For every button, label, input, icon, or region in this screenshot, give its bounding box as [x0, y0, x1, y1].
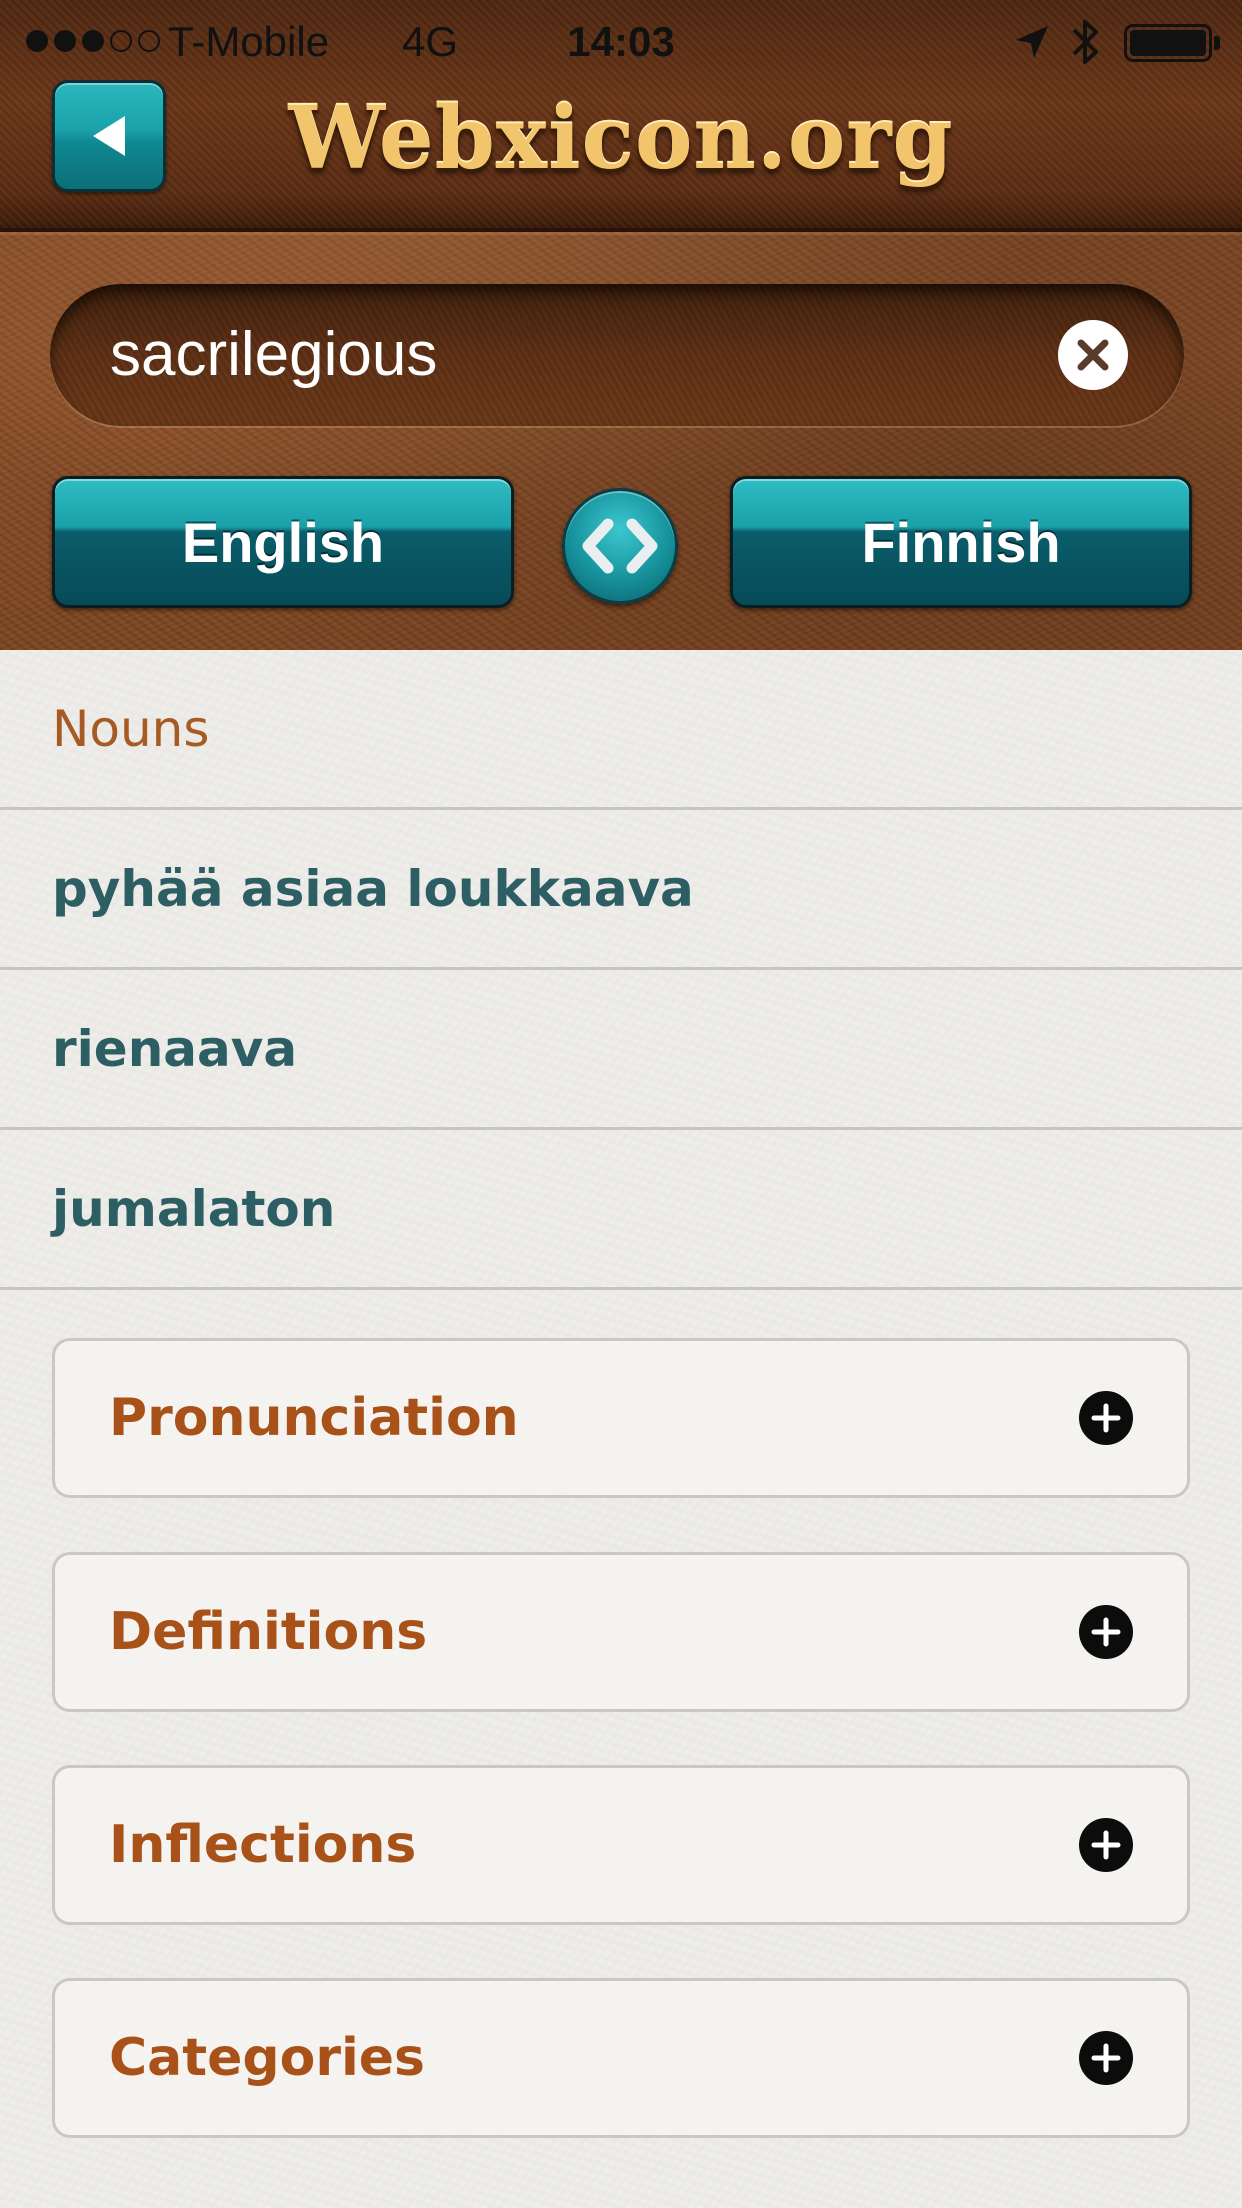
search-bar[interactable]	[50, 284, 1184, 426]
plus-glyph	[1091, 2043, 1121, 2073]
clear-search-button[interactable]	[1058, 320, 1128, 390]
swap-languages-button[interactable]	[562, 488, 678, 604]
leather-header: T-Mobile 4G 14:03 Webxicon.org sacrilegi…	[0, 0, 1242, 650]
plus-circle-icon[interactable]	[1079, 1818, 1133, 1872]
results-content: Nouns pyhää asiaa loukkaava rienaava jum…	[0, 650, 1242, 2208]
result-row[interactable]: rienaava	[0, 970, 1242, 1130]
plus-glyph	[1091, 1830, 1121, 1860]
section-heading: Nouns	[52, 699, 210, 758]
panel-label: Definitions	[109, 1602, 428, 1662]
app-logo: Webxicon.org	[288, 88, 954, 189]
result-text: pyhää asiaa loukkaava	[52, 859, 694, 918]
app-screen: T-Mobile 4G 14:03 Webxicon.org sacrilegi…	[0, 0, 1242, 2208]
battery-level	[1130, 30, 1206, 56]
bluetooth-icon	[1072, 20, 1098, 64]
panel-label: Pronunciation	[109, 1388, 519, 1448]
target-language-button[interactable]: Finnish	[730, 476, 1192, 608]
result-row[interactable]: pyhää asiaa loukkaava	[0, 810, 1242, 970]
plus-circle-icon[interactable]	[1079, 1391, 1133, 1445]
status-time: 14:03	[567, 18, 675, 65]
result-text: rienaava	[52, 1019, 298, 1078]
panel-label: Inflections	[109, 1815, 417, 1875]
result-row[interactable]: jumalaton	[0, 1130, 1242, 1290]
battery-icon	[1124, 24, 1212, 62]
clear-x-icon	[1077, 339, 1109, 371]
plus-glyph	[1091, 1617, 1121, 1647]
location-arrow-icon	[1016, 26, 1048, 58]
swap-arrows-icon	[582, 518, 658, 574]
battery-tip	[1214, 36, 1220, 50]
panel-label: Categories	[109, 2028, 426, 2088]
search-input[interactable]	[110, 314, 1010, 394]
section-header-row: Nouns	[0, 650, 1242, 810]
definitions-panel[interactable]: Definitions	[52, 1552, 1190, 1712]
pronunciation-panel[interactable]: Pronunciation	[52, 1338, 1190, 1498]
result-text: jumalaton	[52, 1179, 336, 1238]
nav-bar: T-Mobile 4G 14:03 Webxicon.org	[0, 0, 1242, 232]
categories-panel[interactable]: Categories	[52, 1978, 1190, 2138]
inflections-panel[interactable]: Inflections	[52, 1765, 1190, 1925]
plus-circle-icon[interactable]	[1079, 1605, 1133, 1659]
source-language-button[interactable]: English	[52, 476, 514, 608]
status-bar: T-Mobile 4G 14:03	[0, 0, 1242, 84]
plus-circle-icon[interactable]	[1079, 2031, 1133, 2085]
plus-glyph	[1091, 1403, 1121, 1433]
